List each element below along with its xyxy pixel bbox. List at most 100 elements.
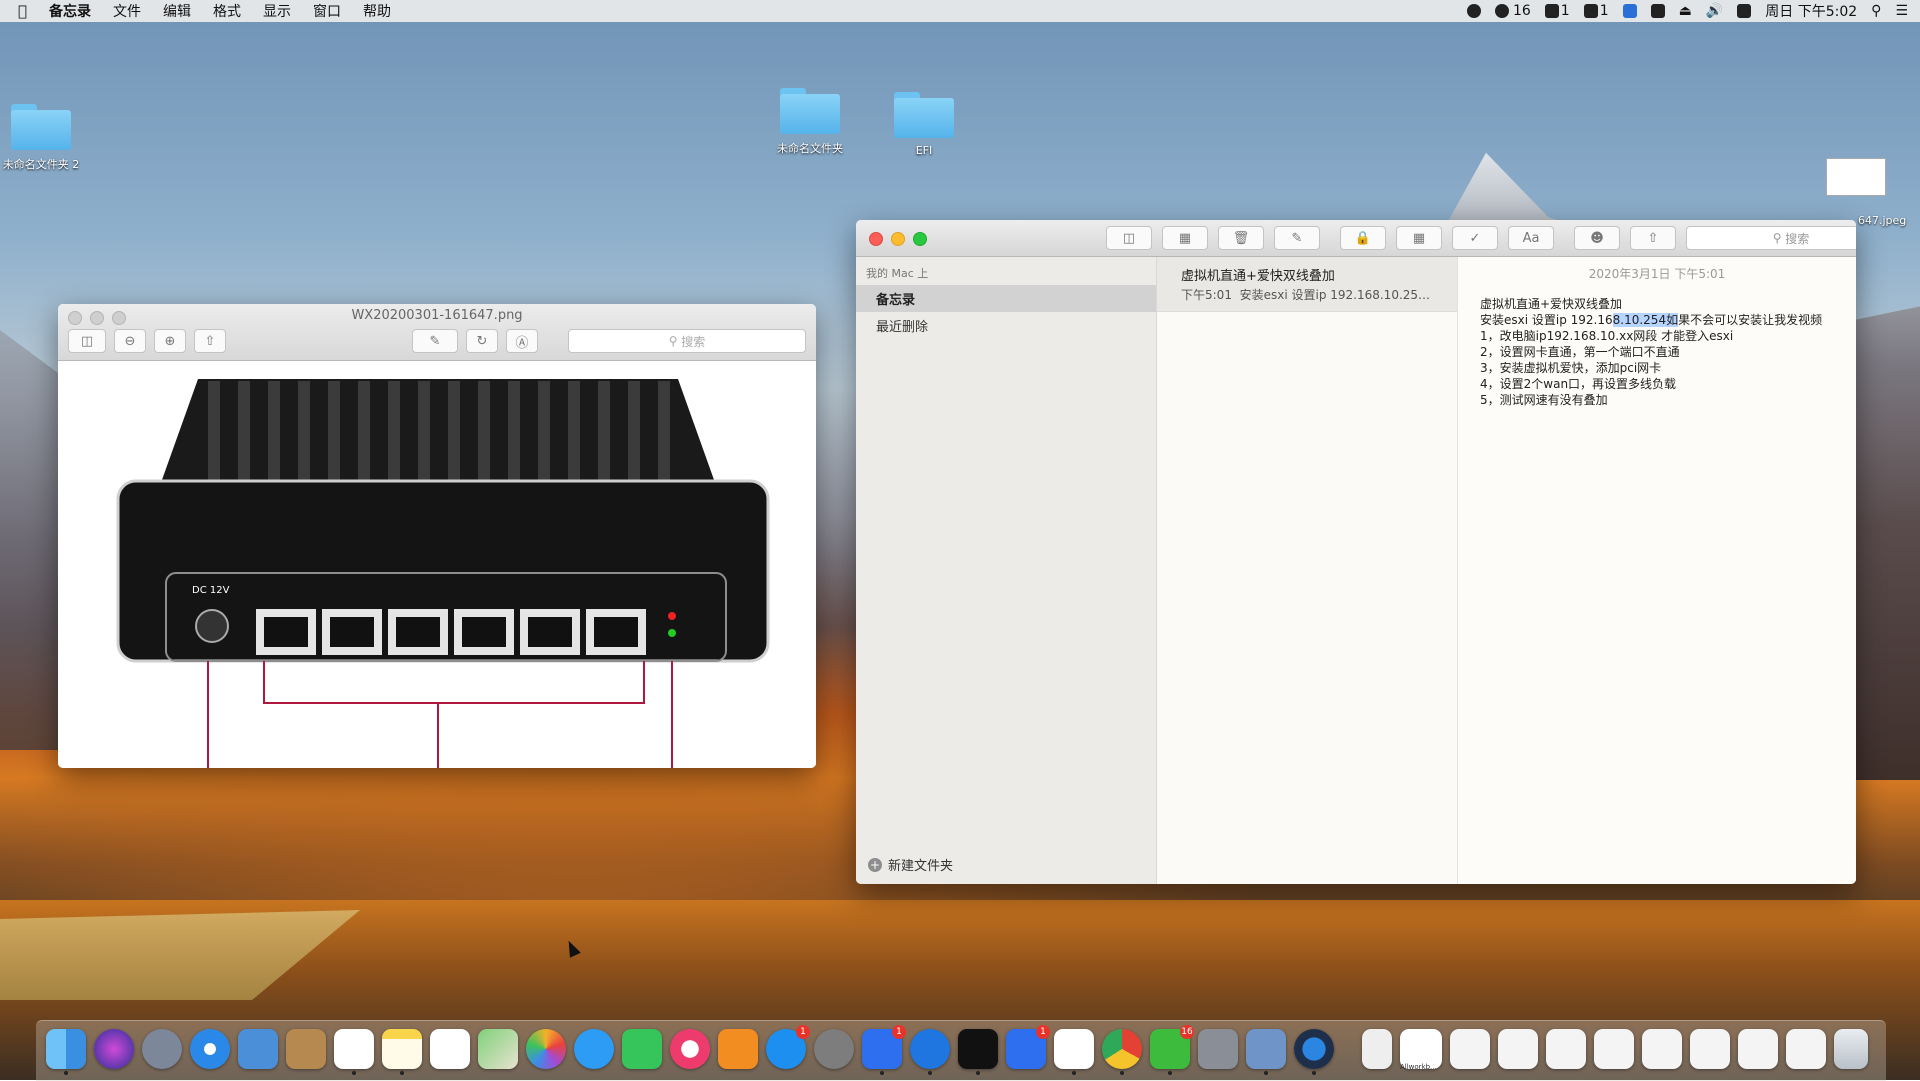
dock-siri-icon[interactable] <box>94 1029 134 1069</box>
menu-window[interactable]: 窗口 <box>313 1 341 21</box>
share-button[interactable]: ⇧ <box>194 329 226 353</box>
port-label: LAN1 <box>598 664 633 678</box>
spotlight-search-icon[interactable]: ⚲ <box>1871 3 1881 19</box>
dock-window-thumbnail[interactable] <box>1498 1029 1538 1069</box>
zoom-out-button[interactable]: ⊖ <box>114 329 146 353</box>
dock-terminal-icon[interactable] <box>958 1029 998 1075</box>
minimize-button[interactable] <box>891 232 905 246</box>
volume-icon[interactable]: 🔊 <box>1706 3 1723 19</box>
add-people-icon: ☻ <box>1590 230 1604 246</box>
dock-tools-icon[interactable] <box>1198 1029 1238 1069</box>
zoom-in-button[interactable]: ⊕ <box>154 329 186 353</box>
desktop-image-thumbnail[interactable] <box>1826 158 1886 196</box>
dock-utools2-icon[interactable]: 1 <box>1006 1025 1050 1069</box>
dock-calendar-icon[interactable] <box>334 1029 374 1075</box>
apple-menu-icon[interactable]:  <box>18 2 27 20</box>
clock[interactable]: 周日 下午5:02 <box>1765 1 1857 21</box>
notes-search-input[interactable]: ⚲ 搜索 <box>1686 226 1856 250</box>
dock-window-thumbnail[interactable] <box>1642 1029 1682 1069</box>
desktop-folder-efi[interactable]: EFI <box>869 92 979 157</box>
note-editor[interactable]: 2020年3月1日 下午5:01 虚拟机直通+爱快双线叠加 安装esxi 设置i… <box>1458 257 1856 884</box>
dock-finder-icon[interactable] <box>46 1029 86 1075</box>
sidebar-toggle-button[interactable]: ◫ <box>1106 226 1152 250</box>
dock-preview-icon[interactable] <box>1246 1029 1286 1075</box>
annotate-icon: Ⓐ <box>515 335 529 351</box>
record-icon[interactable] <box>1466 4 1481 18</box>
dock-window-thumbnail[interactable] <box>1690 1029 1730 1069</box>
dock-launchpad-icon[interactable] <box>142 1029 182 1069</box>
vpn-icon[interactable] <box>1650 4 1665 18</box>
delete-button[interactable]: 🗑 <box>1218 226 1264 250</box>
desktop-image-label: 647.jpeg <box>1858 214 1907 227</box>
notes-titlebar[interactable]: ◫ ▦ 🗑 ✎ 🔒 ▦ ✓ Aa ☻ ⇧ ⚲ 搜索 <box>856 220 1856 257</box>
eject-icon[interactable]: ⏏ <box>1679 3 1692 19</box>
dock-system-preferences-icon[interactable] <box>814 1029 854 1069</box>
dock-photos-icon[interactable] <box>526 1029 566 1069</box>
desktop-folder[interactable]: 未命名文件夹 <box>755 88 865 156</box>
dock-trash-icon[interactable] <box>1834 1029 1868 1069</box>
sidebar-toggle-button[interactable]: ◫ <box>68 329 106 353</box>
list-item[interactable]: 虚拟机直通+爱快双线叠加 下午5:01 安装esxi 设置ip 192.168.… <box>1157 257 1457 312</box>
add-people-button[interactable]: ☻ <box>1574 226 1620 250</box>
dock-mail-icon[interactable] <box>238 1029 278 1069</box>
dock-window-thumbnail[interactable] <box>1546 1029 1586 1069</box>
note-line: 2，设置网卡直通，第一个端口不直通 <box>1480 345 1680 359</box>
new-folder-button[interactable]: + 新建文件夹 <box>868 855 953 874</box>
compose-button[interactable]: ✎ <box>1274 226 1320 250</box>
close-button[interactable] <box>869 232 883 246</box>
dock-window-thumbnail[interactable] <box>1450 1029 1490 1069</box>
dock-wechat-icon[interactable]: 16 <box>1150 1025 1194 1075</box>
notification-center-icon[interactable]: ☰ <box>1895 3 1908 19</box>
menu-format[interactable]: 格式 <box>213 1 241 21</box>
dock-window-thumbnail[interactable] <box>1786 1029 1826 1069</box>
menu-edit[interactable]: 编辑 <box>163 1 191 21</box>
preview-titlebar[interactable]: WX20200301-161647.png ◫ ⊖ ⊕ ⇧ ✎ ↻ Ⓐ ⚲ 搜索 <box>58 304 816 361</box>
teamviewer-icon[interactable] <box>1622 4 1637 18</box>
status-b-count: 1 <box>1599 3 1609 19</box>
gallery-view-button[interactable]: ▦ <box>1162 226 1208 250</box>
dock-books-icon[interactable] <box>718 1029 758 1069</box>
dock-maps-icon[interactable] <box>478 1029 518 1069</box>
note-line: 1，改电脑ip192.168.10.xx网段 才能登入esxi <box>1480 329 1734 343</box>
dock-document-icon[interactable] <box>1362 1029 1392 1069</box>
lock-button[interactable]: 🔒 <box>1340 226 1386 250</box>
menu-file[interactable]: 文件 <box>113 1 141 21</box>
dock-items: 1 1 1 16 Allworkb... <box>46 1025 1868 1075</box>
status-b[interactable]: 1 <box>1583 3 1609 19</box>
menu-view[interactable]: 显示 <box>263 1 291 21</box>
preview-window: WX20200301-161647.png ◫ ⊖ ⊕ ⇧ ✎ ↻ Ⓐ ⚲ 搜索 <box>58 304 816 768</box>
annotate-button[interactable]: Ⓐ <box>506 329 538 353</box>
dock-itunes-icon[interactable] <box>670 1029 710 1069</box>
dock-safari-icon[interactable] <box>190 1029 230 1069</box>
menu-help[interactable]: 帮助 <box>363 1 391 21</box>
menu-app[interactable]: 备忘录 <box>49 1 91 21</box>
checklist-button[interactable]: ✓ <box>1452 226 1498 250</box>
dock-contacts-icon[interactable] <box>286 1029 326 1069</box>
dock-facetime-icon[interactable] <box>622 1029 662 1069</box>
dock-window-thumbnail[interactable]: Allworkb... <box>1400 1029 1442 1071</box>
dock-chrome-icon[interactable] <box>1102 1029 1142 1075</box>
format-button[interactable]: Aa <box>1508 226 1554 250</box>
dock-reminders-icon[interactable] <box>430 1029 470 1069</box>
sidebar-item-notes[interactable]: 备忘录 <box>856 285 1156 312</box>
dock-messages-icon[interactable] <box>574 1029 614 1069</box>
dock-utools-icon[interactable]: 1 <box>862 1025 906 1075</box>
dock-appstore-icon[interactable]: 1 <box>766 1025 810 1069</box>
rotate-button[interactable]: ↻ <box>466 329 498 353</box>
sidebar-item-recently-deleted[interactable]: 最近删除 <box>856 312 1156 339</box>
dock-baidu-netdisk-icon[interactable] <box>1054 1029 1094 1075</box>
desktop-folder[interactable]: 未命名文件夹 2 <box>0 104 96 172</box>
input-method-icon[interactable] <box>1737 4 1752 18</box>
table-button[interactable]: ▦ <box>1396 226 1442 250</box>
status-a[interactable]: 1 <box>1544 3 1570 19</box>
dock-teamviewer-icon[interactable] <box>910 1029 950 1075</box>
dock-quicktime-icon[interactable] <box>1294 1029 1334 1075</box>
dock-window-thumbnail[interactable] <box>1594 1029 1634 1069</box>
zoom-button[interactable] <box>913 232 927 246</box>
dock-window-thumbnail[interactable] <box>1738 1029 1778 1069</box>
preview-search-input[interactable]: ⚲ 搜索 <box>568 329 806 353</box>
markup-button[interactable]: ✎ <box>412 329 458 353</box>
dock-notes-icon[interactable] <box>382 1029 422 1075</box>
share-button[interactable]: ⇧ <box>1630 226 1676 250</box>
wechat-status[interactable]: 16 <box>1494 3 1531 19</box>
